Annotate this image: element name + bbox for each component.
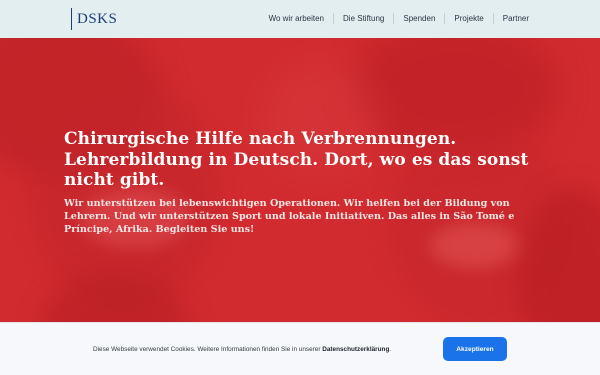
nav-item-partner[interactable]: Partner [492, 13, 538, 24]
nav-item-spenden[interactable]: Spenden [393, 13, 444, 24]
cookie-text-main: Diese Webseite verwendet Cookies. Weiter… [93, 346, 323, 353]
hero-headline: Chirurgische Hilfe nach Verbrennungen. L… [64, 129, 529, 190]
hero-subline: Wir unterstützen bei lebenswichtigen Ope… [64, 197, 515, 236]
cookie-text: Diese Webseite verwendet Cookies. Weiter… [93, 346, 391, 353]
accept-cookies-button[interactable]: Akzeptieren [443, 337, 507, 361]
cookie-text-end: . [389, 346, 392, 353]
main-nav: Wo wir arbeiten Die Stiftung Spenden Pro… [260, 13, 538, 24]
nav-item-projekte[interactable]: Projekte [444, 13, 492, 24]
nav-item-die-stiftung[interactable]: Die Stiftung [333, 13, 393, 24]
site-header: DSKS Wo wir arbeiten Die Stiftung Spende… [0, 0, 600, 38]
nav-item-wo-wir-arbeiten[interactable]: Wo wir arbeiten [260, 13, 333, 24]
hero-text-block: Chirurgische Hilfe nach Verbrennungen. L… [64, 129, 554, 237]
cookie-banner: Diese Webseite verwendet Cookies. Weiter… [0, 322, 600, 375]
site-logo[interactable]: DSKS [71, 8, 117, 30]
page: DSKS Wo wir arbeiten Die Stiftung Spende… [0, 0, 600, 375]
privacy-policy-link[interactable]: Datenschutzerklärung [322, 346, 389, 353]
